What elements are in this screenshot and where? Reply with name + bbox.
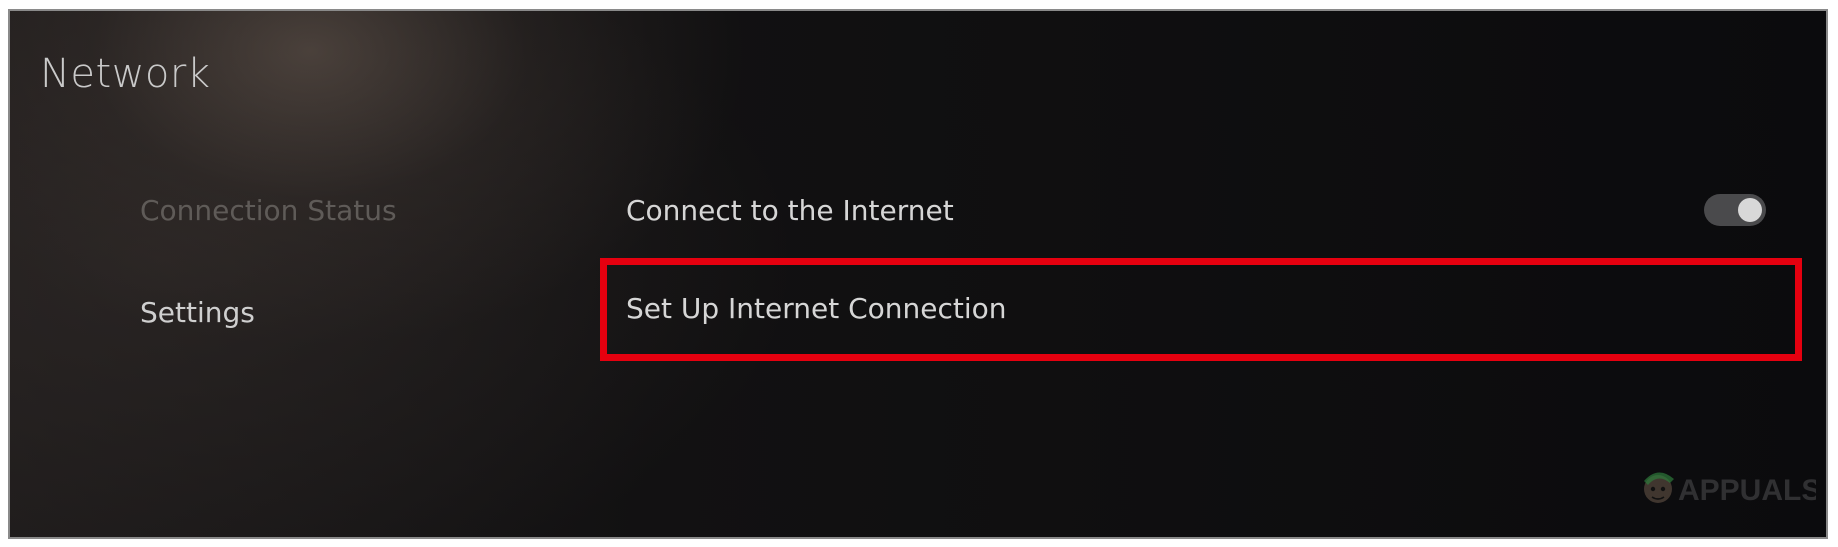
network-screen: Network Connection Status Settings Conne… — [8, 9, 1828, 539]
watermark-text: APPUALS — [1678, 474, 1816, 507]
sidebar-item-connection-status[interactable]: Connection Status — [140, 194, 397, 227]
mascot-icon — [1644, 472, 1674, 503]
connect-to-internet-toggle[interactable] — [1704, 194, 1766, 226]
sidebar-item-settings[interactable]: Settings — [140, 296, 255, 329]
connect-to-internet-option[interactable]: Connect to the Internet — [626, 194, 954, 227]
page-title: Network — [40, 51, 211, 97]
appuals-watermark: APPUALS — [1644, 472, 1816, 507]
toggle-knob — [1738, 198, 1762, 222]
highlight-box — [600, 258, 1802, 361]
